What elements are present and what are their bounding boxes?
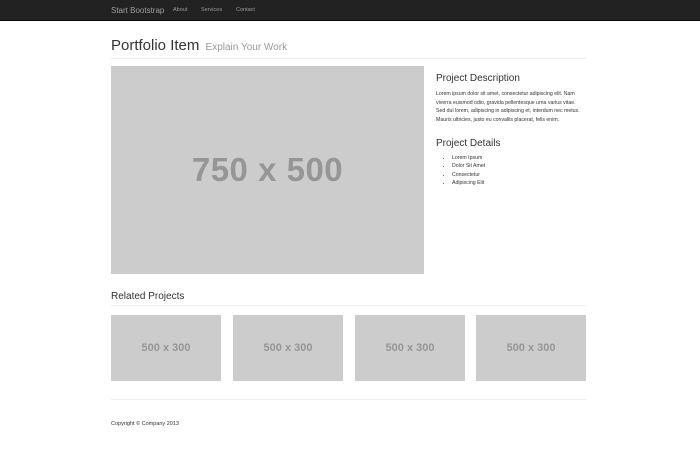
page-subtitle: Explain Your Work [205, 42, 288, 53]
related-project-thumbnail[interactable]: 500 x 300 [111, 315, 221, 381]
related-project-thumbnail[interactable]: 500 x 300 [355, 315, 465, 381]
thumbnail-label: 500 x 300 [506, 342, 556, 354]
nav-link-about[interactable]: About [173, 0, 187, 21]
related-project-thumbnail[interactable]: 500 x 300 [476, 315, 586, 381]
main-project-image: 750 x 500 [111, 66, 424, 274]
project-details-list: Lorem Ipsum Dolor Sit Amet Consectetur A… [436, 154, 485, 187]
list-item: Adipiscing Elit [452, 179, 485, 187]
project-details-heading: Project Details [436, 138, 501, 149]
list-item: Lorem Ipsum [452, 154, 485, 162]
list-item: Dolor Sit Amet [452, 162, 485, 170]
related-project-thumbnail[interactable]: 500 x 300 [233, 315, 343, 381]
navbar: Start Bootstrap About Services Contact [0, 0, 700, 21]
thumbnail-label: 500 x 300 [141, 342, 191, 354]
footer-copyright: Copyright © Company 2013 [111, 421, 179, 427]
page-title-text: Portfolio Item [111, 37, 200, 54]
brand-link[interactable]: Start Bootstrap [111, 0, 164, 21]
main-image-label: 750 x 500 [191, 151, 344, 188]
project-description-text: Lorem ipsum dolor sit amet, consectetur … [436, 91, 580, 123]
thumbnail-label: 500 x 300 [263, 342, 313, 354]
related-projects-heading: Related Projects [111, 291, 185, 302]
project-description-heading: Project Description [436, 73, 520, 84]
footer-divider [111, 399, 586, 400]
related-projects-header: Related Projects [111, 288, 586, 306]
page-title: Portfolio Item Explain Your Work [111, 37, 287, 54]
nav-link-contact[interactable]: Contact [236, 0, 255, 21]
thumbnail-label: 500 x 300 [385, 342, 435, 354]
nav-link-services[interactable]: Services [201, 0, 222, 21]
list-item: Consectetur [452, 171, 485, 179]
page-header: Portfolio Item Explain Your Work [111, 33, 586, 59]
